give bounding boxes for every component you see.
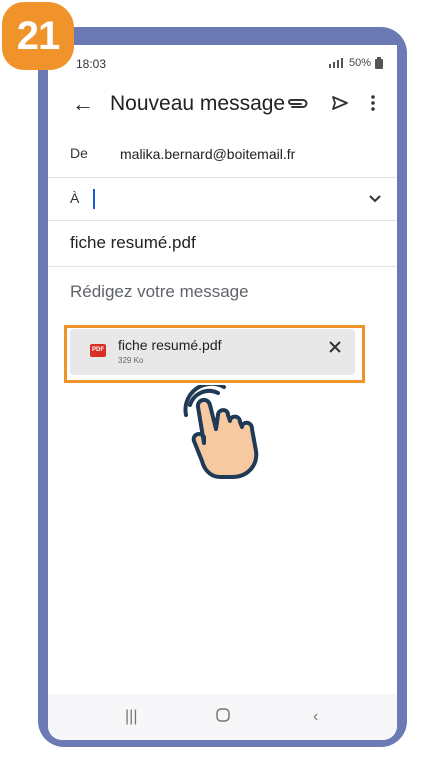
status-indicators: 50% [328,57,383,69]
signal-icon [328,58,343,68]
from-row: De malika.bernard@boitemail.fr [48,129,397,178]
subject-field[interactable]: fiche resumé.pdf [70,233,196,253]
chevron-down-icon[interactable] [369,190,381,208]
home-icon[interactable] [216,708,230,727]
to-label: À [70,190,80,206]
from-address[interactable]: malika.bernard@boitemail.fr [120,146,295,162]
attachment-size: 329 Ko [118,356,144,365]
subject-row[interactable]: fiche resumé.pdf [48,221,397,267]
text-cursor [93,189,95,209]
message-body[interactable]: Rédigez votre message [70,282,249,302]
battery-icon [375,57,383,69]
send-icon[interactable] [327,90,353,116]
step-badge: 21 [2,2,74,70]
back-icon[interactable]: ‹ [313,708,318,726]
attachment-chip[interactable]: PDF fiche resumé.pdf 329 Ko [70,329,355,375]
app-bar: ← Nouveau message [48,85,397,129]
step-number: 21 [16,13,60,58]
pdf-icon: PDF [90,344,106,357]
paperclip-icon[interactable] [284,90,310,116]
system-nav-bar: ||| ‹ [48,694,397,740]
recents-icon[interactable]: ||| [125,708,137,726]
from-label: De [70,145,88,161]
battery-level: 50% [348,57,371,69]
tap-hand-icon [183,385,259,479]
close-icon[interactable] [329,340,341,358]
attachment-name: fiche resumé.pdf [118,337,222,353]
arrow-back-icon[interactable]: ← [72,91,94,117]
page-title: Nouveau message [110,92,286,115]
to-field[interactable] [100,186,324,212]
status-time: 18:03 [76,57,107,71]
more-vert-icon[interactable] [360,90,386,116]
to-row: À [48,178,397,221]
status-bar: 18:03 50% [48,45,397,81]
